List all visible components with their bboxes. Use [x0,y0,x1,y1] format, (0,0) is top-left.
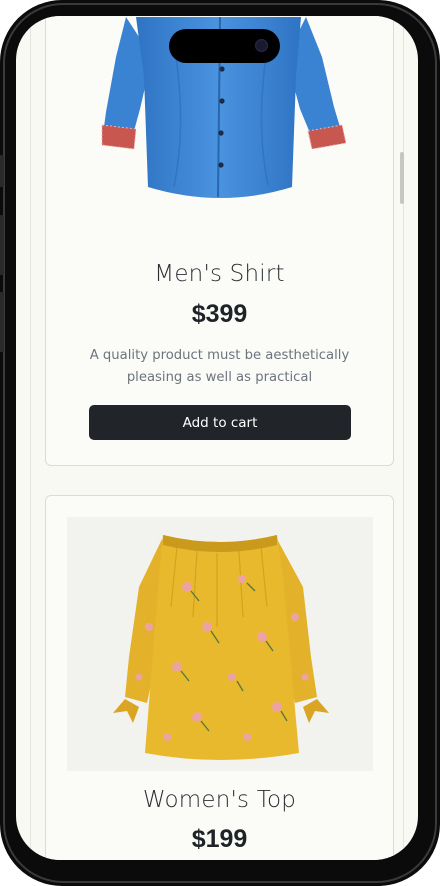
camera-icon [255,39,268,52]
product-name: Men's Shirt [154,261,285,287]
page-edge-left [30,16,31,860]
product-list[interactable]: Men's Shirt $399 A quality product must … [16,16,418,860]
add-to-cart-button[interactable]: Add to cart [89,405,351,440]
page-edge-right [403,16,404,860]
product-card: Men's Shirt $399 A quality product must … [45,16,394,466]
dynamic-island [169,29,280,63]
screen: Men's Shirt $399 A quality product must … [16,16,418,860]
mute-switch [0,155,4,187]
product-price: $199 [191,825,248,853]
scrollbar[interactable] [400,152,404,204]
phone-frame: Men's Shirt $399 A quality product must … [0,0,440,886]
top-illustration [113,535,329,760]
product-card: Women's Top $199 [45,495,394,860]
product-name: Women's Top [142,787,297,813]
yellow-floral-top-image [67,517,373,771]
volume-down-button [0,292,4,352]
product-description: A quality product must be aesthetically … [89,348,350,385]
product-price: $399 [191,300,248,328]
volume-up-button [0,215,4,275]
